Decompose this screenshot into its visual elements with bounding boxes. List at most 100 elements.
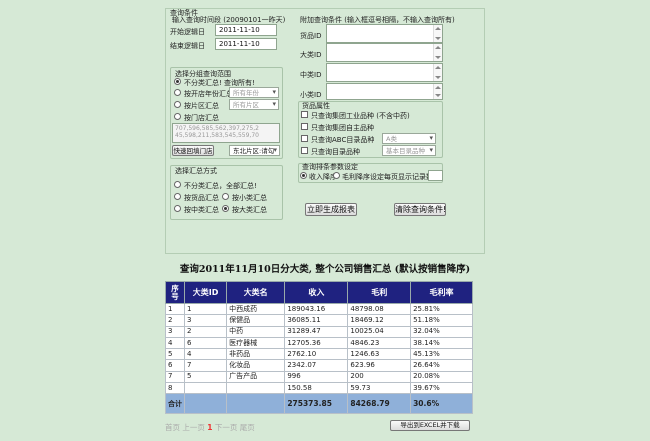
page-size-input[interactable]: [428, 170, 443, 181]
table-row: 8 150.58 59.73 39.67%: [165, 382, 473, 395]
attr-industrial-checkbox[interactable]: [301, 111, 308, 118]
table-row: 2 3 保健品 36085.11 18469.12 51.18%: [165, 314, 473, 327]
sort-profit-radio[interactable]: [333, 172, 340, 179]
summary-goods-radio[interactable]: [174, 193, 181, 200]
col-header-margin[interactable]: 毛利率: [410, 281, 473, 304]
pager-prev-link[interactable]: 上一页: [182, 423, 205, 432]
summary-all-radio[interactable]: [174, 181, 181, 188]
group-none-radio[interactable]: [174, 78, 181, 85]
year-select[interactable]: 所有年份: [229, 87, 279, 98]
table-row: 7 5 广告产品 996 200 20.08%: [165, 370, 473, 384]
goods-id-label: 货品ID: [300, 32, 322, 40]
pager-last-link[interactable]: 尾页: [240, 423, 255, 432]
summary-mid-radio[interactable]: [174, 205, 181, 212]
total-cat-name: [226, 393, 286, 415]
cell-cat-id: 5: [183, 370, 228, 384]
cell-cat-id: 4: [183, 348, 228, 361]
cell-margin: 51.18%: [410, 314, 473, 327]
store-list-input[interactable]: 707,596,585,562,397,275,2 45,598,211,583…: [172, 123, 280, 143]
region-select[interactable]: 所有片区: [229, 99, 279, 110]
summary-small-radio[interactable]: [222, 193, 229, 200]
summary-all-label: 不分类汇总，全部汇总!: [184, 182, 257, 190]
attr-own-checkbox[interactable]: [301, 123, 308, 130]
generate-report-button[interactable]: 立即生成报表: [305, 203, 357, 216]
start-date-input[interactable]: 2011-11-10: [215, 24, 277, 36]
attr-catalog-checkbox[interactable]: [301, 147, 308, 154]
big-cat-id-label: 大类ID: [300, 51, 322, 59]
cell-index: 2: [165, 314, 185, 327]
table-row: 3 2 中药 31289.47 10025.04 32.04%: [165, 325, 473, 338]
start-date-label: 开始逻辑日: [170, 28, 205, 36]
big-cat-id-input[interactable]: [326, 43, 443, 62]
attr-abc-checkbox[interactable]: [301, 135, 308, 142]
table-row: 4 6 医疗器械 12705.36 4846.23 38.14%: [165, 336, 473, 350]
end-date-input[interactable]: 2011-11-10: [215, 38, 277, 50]
total-cat-id: [183, 393, 228, 415]
cell-margin: 32.04%: [410, 325, 473, 338]
cell-cat-id: 7: [183, 359, 228, 372]
summary-small-label: 按小类汇总: [232, 194, 267, 202]
base-catalog-select[interactable]: 基本目录品种: [382, 145, 436, 156]
cell-index: 7: [165, 370, 185, 384]
attr-industrial-label: 只查询集团工业品种 (不含中药): [311, 112, 410, 120]
group-store-radio[interactable]: [174, 113, 181, 120]
cell-profit: 59.73: [347, 382, 412, 395]
cell-cat-name: 非药品: [226, 348, 286, 361]
total-label: 合计: [165, 393, 185, 415]
mid-cat-id-label: 中类ID: [300, 71, 322, 79]
sort-income-radio[interactable]: [300, 172, 307, 179]
cell-index: 3: [165, 325, 185, 338]
cell-index: 8: [165, 382, 185, 395]
small-cat-id-label: 小类ID: [300, 91, 322, 99]
cell-cat-name: [226, 382, 286, 395]
cell-income: 996: [284, 370, 349, 384]
group-year-radio[interactable]: [174, 89, 181, 96]
col-header-profit[interactable]: 毛利: [347, 281, 412, 304]
cell-margin: 25.81%: [410, 302, 473, 316]
cell-index: 6: [165, 359, 185, 372]
export-excel-button[interactable]: 导出到EXCEL并下载: [390, 420, 470, 431]
fast-fill-store-button[interactable]: 快速回填门店: [172, 145, 214, 156]
abc-class-select[interactable]: A类: [382, 133, 436, 144]
params-legend: 查询排条参数设定: [302, 163, 358, 171]
cell-index: 1: [165, 302, 185, 316]
sort-profit-label: 毛利降序: [342, 173, 370, 181]
total-margin: 30.6%: [410, 393, 473, 415]
cell-cat-name: 广告产品: [226, 370, 286, 384]
table-row: 1 1 中西成药 189043.16 48798.08 25.81%: [165, 302, 473, 316]
report-table: 序号 大类ID 大类名 收入 毛利 毛利率 1 1 中西成药 189043.16…: [165, 281, 473, 415]
pager-current-page: 1: [207, 423, 213, 432]
cell-cat-name: 医疗器械: [226, 336, 286, 350]
pager-next-link[interactable]: 下一页: [215, 423, 238, 432]
group-store-label: 按门店汇总: [184, 114, 219, 122]
clear-conditions-button[interactable]: 清除查询条件!: [394, 203, 446, 216]
goods-attr-legend: 货品属性: [302, 102, 330, 110]
col-header-income[interactable]: 收入: [284, 281, 349, 304]
small-cat-id-input[interactable]: [326, 83, 443, 100]
mid-cat-id-input[interactable]: [326, 63, 443, 82]
attr-abc-label: 只查询ABC目录品种: [311, 136, 375, 144]
cell-cat-id: 2: [183, 325, 228, 338]
report-title: 查询2011年11月10日分大类, 整个公司销售汇总 (默认按销售降序): [179, 264, 471, 275]
region-pick-select[interactable]: 东北片区:请勾: [229, 145, 280, 156]
group-region-label: 按片区汇总: [184, 102, 219, 110]
pager-first-link[interactable]: 首页: [165, 423, 180, 432]
cell-margin: 20.08%: [410, 370, 473, 384]
pager: 首页 上一页 1 下一页 尾页: [165, 422, 255, 433]
table-total-row: 合计 275373.85 84268.79 30.6%: [165, 393, 473, 415]
page-size-label: 设定每页显示记录数: [370, 173, 433, 181]
group-year-label: 按开店年份汇总: [184, 90, 233, 98]
col-header-cat-id[interactable]: 大类ID: [183, 281, 228, 304]
goods-id-input[interactable]: [326, 24, 443, 43]
summary-big-radio[interactable]: [222, 205, 229, 212]
col-header-index[interactable]: 序号: [165, 281, 185, 304]
cell-cat-name: 化妆品: [226, 359, 286, 372]
col-header-cat-name[interactable]: 大类名: [226, 281, 286, 304]
attr-catalog-label: 只查询目录品种: [311, 148, 360, 156]
total-profit: 84268.79: [347, 393, 412, 415]
table-row: 5 4 非药品 2762.10 1246.63 45.13%: [165, 348, 473, 361]
cell-cat-id: 3: [183, 314, 228, 327]
attr-own-label: 只查询集团自主品种: [311, 124, 374, 132]
group-region-radio[interactable]: [174, 101, 181, 108]
cell-income: 31289.47: [284, 325, 349, 338]
